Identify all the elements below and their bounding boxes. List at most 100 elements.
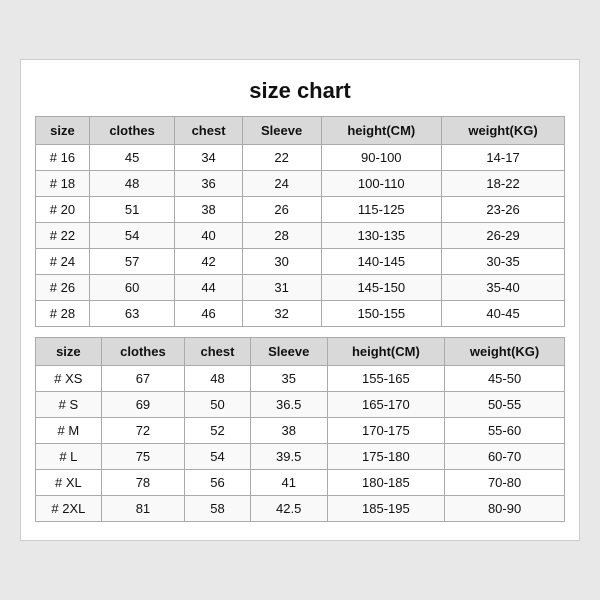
table1-body: # 1645342290-10014-17# 18483624100-11018…: [36, 145, 565, 327]
table2-body: # XS674835155-16545-50# S695036.5165-170…: [36, 366, 565, 522]
table-cell: 150-155: [321, 301, 442, 327]
section-divider: [35, 327, 565, 337]
table-cell: 55-60: [445, 418, 565, 444]
table-cell: 41: [250, 470, 327, 496]
table-cell: 165-170: [327, 392, 445, 418]
table1-header-row: sizeclotheschestSleeveheight(CM)weight(K…: [36, 117, 565, 145]
chart-title: size chart: [35, 78, 565, 104]
table-cell: 38: [175, 197, 242, 223]
table-row: # XL785641180-18570-80: [36, 470, 565, 496]
table-cell: # 28: [36, 301, 90, 327]
table-cell: 34: [175, 145, 242, 171]
table-cell: 155-165: [327, 366, 445, 392]
table-cell: # S: [36, 392, 102, 418]
table-cell: # M: [36, 418, 102, 444]
size-table-2: sizeclotheschestSleeveheight(CM)weight(K…: [35, 337, 565, 522]
table-cell: 48: [89, 171, 175, 197]
table-row: # S695036.5165-17050-55: [36, 392, 565, 418]
table-cell: 42.5: [250, 496, 327, 522]
table-cell: 115-125: [321, 197, 442, 223]
table-cell: 42: [175, 249, 242, 275]
table-row: # 22544028130-13526-29: [36, 223, 565, 249]
table1-header-cell: Sleeve: [242, 117, 321, 145]
table-cell: 60: [89, 275, 175, 301]
table-cell: 56: [185, 470, 251, 496]
table-cell: 32: [242, 301, 321, 327]
table-cell: 140-145: [321, 249, 442, 275]
table-cell: 30-35: [442, 249, 565, 275]
table-cell: 26: [242, 197, 321, 223]
table-cell: 38: [250, 418, 327, 444]
table2-header-cell: chest: [185, 338, 251, 366]
table-cell: 58: [185, 496, 251, 522]
size-table-1: sizeclotheschestSleeveheight(CM)weight(K…: [35, 116, 565, 327]
table-cell: 80-90: [445, 496, 565, 522]
table-cell: # 22: [36, 223, 90, 249]
table-cell: # L: [36, 444, 102, 470]
table-cell: 69: [101, 392, 184, 418]
table-cell: 35: [250, 366, 327, 392]
table-cell: 70-80: [445, 470, 565, 496]
table-cell: 35-40: [442, 275, 565, 301]
table1-header-cell: weight(KG): [442, 117, 565, 145]
table2-header-cell: height(CM): [327, 338, 445, 366]
table2-header-cell: weight(KG): [445, 338, 565, 366]
table-row: # 28634632150-15540-45: [36, 301, 565, 327]
table2-header-cell: size: [36, 338, 102, 366]
table-cell: 30: [242, 249, 321, 275]
table-cell: 78: [101, 470, 184, 496]
table-cell: 45-50: [445, 366, 565, 392]
table-cell: # 2XL: [36, 496, 102, 522]
table-cell: 36: [175, 171, 242, 197]
table-row: # XS674835155-16545-50: [36, 366, 565, 392]
table-cell: 46: [175, 301, 242, 327]
table-row: # 24574230140-14530-35: [36, 249, 565, 275]
table-cell: 54: [185, 444, 251, 470]
table-cell: 31: [242, 275, 321, 301]
table-row: # M725238170-17555-60: [36, 418, 565, 444]
table-cell: 100-110: [321, 171, 442, 197]
table-cell: 50: [185, 392, 251, 418]
table-cell: 23-26: [442, 197, 565, 223]
table-cell: # 24: [36, 249, 90, 275]
table-cell: 24: [242, 171, 321, 197]
table1-header-cell: clothes: [89, 117, 175, 145]
table-cell: 145-150: [321, 275, 442, 301]
table-cell: 14-17: [442, 145, 565, 171]
table-cell: 40-45: [442, 301, 565, 327]
table-cell: 36.5: [250, 392, 327, 418]
table-row: # L755439.5175-18060-70: [36, 444, 565, 470]
table-cell: 180-185: [327, 470, 445, 496]
table-cell: 48: [185, 366, 251, 392]
table1-header-cell: height(CM): [321, 117, 442, 145]
table-cell: 40: [175, 223, 242, 249]
table-cell: 175-180: [327, 444, 445, 470]
table-cell: # XL: [36, 470, 102, 496]
table-cell: 60-70: [445, 444, 565, 470]
table-row: # 20513826115-12523-26: [36, 197, 565, 223]
table-cell: 22: [242, 145, 321, 171]
table-cell: # 16: [36, 145, 90, 171]
table-cell: 185-195: [327, 496, 445, 522]
table-cell: 44: [175, 275, 242, 301]
table2-header-row: sizeclotheschestSleeveheight(CM)weight(K…: [36, 338, 565, 366]
table-cell: 45: [89, 145, 175, 171]
table-cell: 72: [101, 418, 184, 444]
table2-header-cell: Sleeve: [250, 338, 327, 366]
table-cell: # 18: [36, 171, 90, 197]
table-cell: # 26: [36, 275, 90, 301]
table-row: # 26604431145-15035-40: [36, 275, 565, 301]
table-cell: 90-100: [321, 145, 442, 171]
table-cell: 39.5: [250, 444, 327, 470]
table-cell: 75: [101, 444, 184, 470]
table-cell: 130-135: [321, 223, 442, 249]
table-cell: 50-55: [445, 392, 565, 418]
table-row: # 2XL815842.5185-19580-90: [36, 496, 565, 522]
table-cell: 67: [101, 366, 184, 392]
table1-header-cell: size: [36, 117, 90, 145]
table-cell: 81: [101, 496, 184, 522]
table1-header-cell: chest: [175, 117, 242, 145]
table-cell: 28: [242, 223, 321, 249]
table-row: # 18483624100-11018-22: [36, 171, 565, 197]
table2-header-cell: clothes: [101, 338, 184, 366]
